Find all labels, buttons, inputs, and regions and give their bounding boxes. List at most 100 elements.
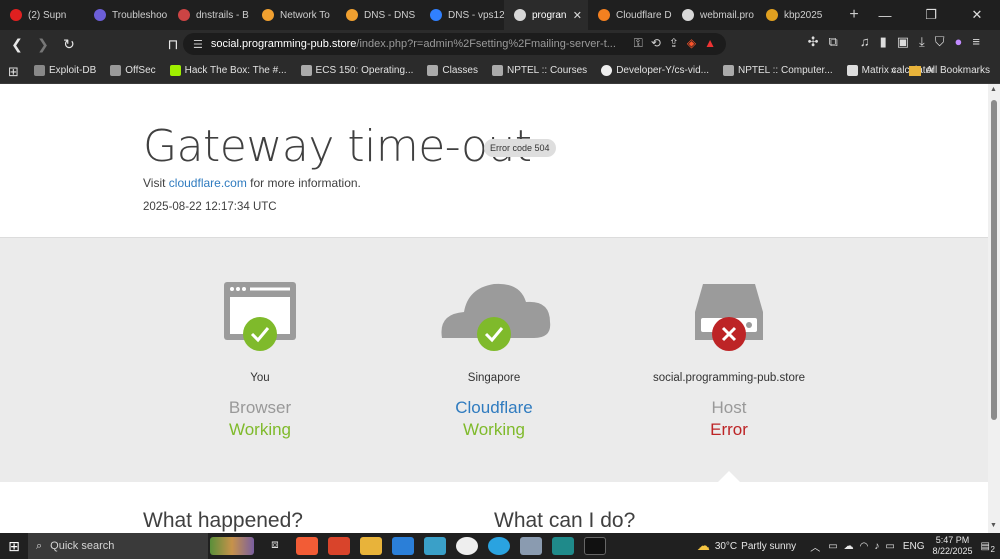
bookmark-item[interactable]: ECS 150: Operating... (300, 65, 413, 76)
menu-icon[interactable]: ≡ (972, 34, 980, 50)
tab-9[interactable]: webmail.pro (672, 0, 756, 30)
vpn-icon[interactable]: ⛉ (935, 34, 945, 50)
wifi-icon[interactable]: ◠ (860, 541, 869, 552)
url-host: social.programming-pub.store (210, 38, 357, 50)
bookmark-item[interactable]: OffSec (110, 65, 156, 76)
app-icon[interactable] (328, 537, 350, 555)
arduino-icon[interactable] (552, 537, 574, 555)
windows-start-icon[interactable]: ⊞ (0, 533, 28, 559)
tab-3[interactable]: dnstrails - B (168, 0, 252, 30)
scroll-down-icon[interactable]: ▼ (990, 522, 997, 529)
all-bookmarks-button[interactable]: All Bookmarks (909, 65, 990, 76)
cloudflare-link[interactable]: cloudflare.com (169, 176, 247, 190)
site-icon (94, 9, 106, 21)
language-indicator[interactable]: ENG (903, 541, 925, 552)
notification-icon[interactable]: ▤ 2 (981, 541, 995, 554)
check-icon (477, 317, 511, 351)
node-browser: You Browser Working (160, 238, 360, 439)
band-pointer (716, 471, 742, 484)
brave-shield-icon[interactable]: ◈ (687, 36, 696, 51)
bookmark-icon (34, 65, 45, 76)
page-title: Gateway time-out (143, 121, 532, 172)
key-icon[interactable]: ⚿ (634, 36, 643, 51)
globe-icon (491, 65, 503, 76)
bookmark-item[interactable]: Hack The Box: The #... (169, 65, 287, 76)
tab-6[interactable]: DNS - vps12 (420, 0, 504, 30)
vscode-icon[interactable] (392, 537, 414, 555)
bookmarks-bar: ⊞ Exploit-DB OffSec Hack The Box: The #.… (0, 58, 1000, 84)
apps-icon[interactable]: ⊞ (8, 64, 22, 79)
scroll-up-icon[interactable]: ▲ (990, 86, 997, 93)
widget-image-icon[interactable] (210, 537, 254, 555)
node-name: Browser (228, 398, 292, 417)
site-icon (178, 9, 190, 21)
back-icon[interactable]: ❮ (6, 33, 28, 55)
tray-icon[interactable]: ☁ (844, 541, 854, 552)
site-icon (346, 9, 358, 21)
weather-icon[interactable]: ☁ (697, 538, 710, 554)
tab-4[interactable]: Network To (252, 0, 336, 30)
file-explorer-icon[interactable] (360, 537, 382, 555)
chevron-up-icon[interactable]: ︿ (810, 539, 820, 554)
history-icon[interactable]: ⟲ (651, 36, 661, 51)
screenshot-icon[interactable]: ⧉ (829, 34, 838, 50)
error-code-badge: Error code 504 (484, 139, 556, 157)
node-name: Cloudflare (455, 398, 533, 417)
maximize-icon[interactable]: ❐ (908, 0, 954, 30)
tab-active[interactable]: progran ✕ (504, 0, 588, 30)
status-band: You Browser Working Singapore Cloudflare… (0, 237, 988, 484)
tab-8[interactable]: Cloudflare D (588, 0, 672, 30)
reload-icon[interactable]: ↻ (58, 33, 80, 55)
brave-icon[interactable] (296, 537, 318, 555)
bookmark-icon[interactable]: ⊓ (162, 33, 184, 55)
forward-icon[interactable]: ❯ (32, 33, 54, 55)
brave-rewards-icon[interactable]: ▲ (704, 36, 716, 51)
bookmark-item[interactable]: NPTEL :: Courses (491, 65, 587, 76)
node-status: Working (462, 420, 526, 439)
node-status: Error (710, 420, 748, 439)
minimize-icon[interactable]: — (862, 0, 908, 30)
site-icon (430, 9, 442, 21)
tab-2[interactable]: Troubleshoo (84, 0, 168, 30)
tab-10[interactable]: kbp2025 (756, 0, 840, 30)
tab-5[interactable]: DNS - DNS (336, 0, 420, 30)
close-window-icon[interactable]: ✕ (954, 0, 1000, 30)
telegram-icon[interactable] (488, 537, 510, 555)
node-host: social.programming-pub.store Host Error (629, 238, 829, 439)
app-icon[interactable] (424, 537, 446, 555)
cloud-icon (441, 283, 551, 351)
address-bar[interactable]: ☰ social.programming-pub.store /index.ph… (183, 33, 726, 55)
terminal-icon[interactable] (584, 537, 606, 555)
bookmark-item[interactable]: NPTEL :: Computer... (723, 65, 833, 76)
task-view-icon[interactable]: ⧈ (264, 537, 286, 555)
bookmark-item[interactable]: Developer-Y/cs-vid... (601, 65, 709, 76)
sidebar-icon[interactable]: ▮ (880, 34, 887, 50)
battery-icon[interactable]: ▭ (885, 541, 894, 552)
app-icon[interactable] (520, 537, 542, 555)
more-bookmarks-icon[interactable]: » (890, 65, 896, 76)
node-cloudflare: Singapore Cloudflare Working (394, 238, 594, 439)
site-info-icon[interactable]: ☰ (193, 38, 203, 51)
tray-icon[interactable]: ▭ (828, 541, 837, 552)
page-scrollbar[interactable]: ▲ ▼ (988, 84, 1000, 533)
github-icon[interactable] (456, 537, 478, 555)
node-location: Singapore (467, 372, 521, 384)
taskbar-search[interactable]: ⌕ Quick search (28, 533, 208, 559)
bookmark-icon (110, 65, 122, 76)
bookmark-item[interactable]: Exploit-DB (34, 65, 96, 76)
what-happened-heading: What happened? (143, 509, 303, 532)
leo-icon[interactable]: ● (955, 34, 963, 50)
close-tab-icon[interactable]: ✕ (573, 9, 582, 22)
share-icon[interactable]: ⇪ (669, 36, 679, 51)
bookmark-item[interactable]: Classes (427, 65, 478, 76)
folder-icon (909, 65, 922, 76)
tab-1[interactable]: (2) Supn (0, 0, 84, 30)
clock[interactable]: 5:47 PM 8/22/2025 (933, 535, 973, 557)
volume-icon[interactable]: ♪ (874, 541, 879, 552)
bookmark-icon (169, 65, 181, 76)
extensions-icon[interactable]: ✣ (808, 34, 819, 50)
wallet-icon[interactable]: ▣ (897, 34, 909, 50)
scroll-thumb[interactable] (991, 100, 997, 420)
download-icon[interactable]: ⤓ (919, 34, 925, 50)
media-icon[interactable]: ♫ (860, 34, 870, 50)
